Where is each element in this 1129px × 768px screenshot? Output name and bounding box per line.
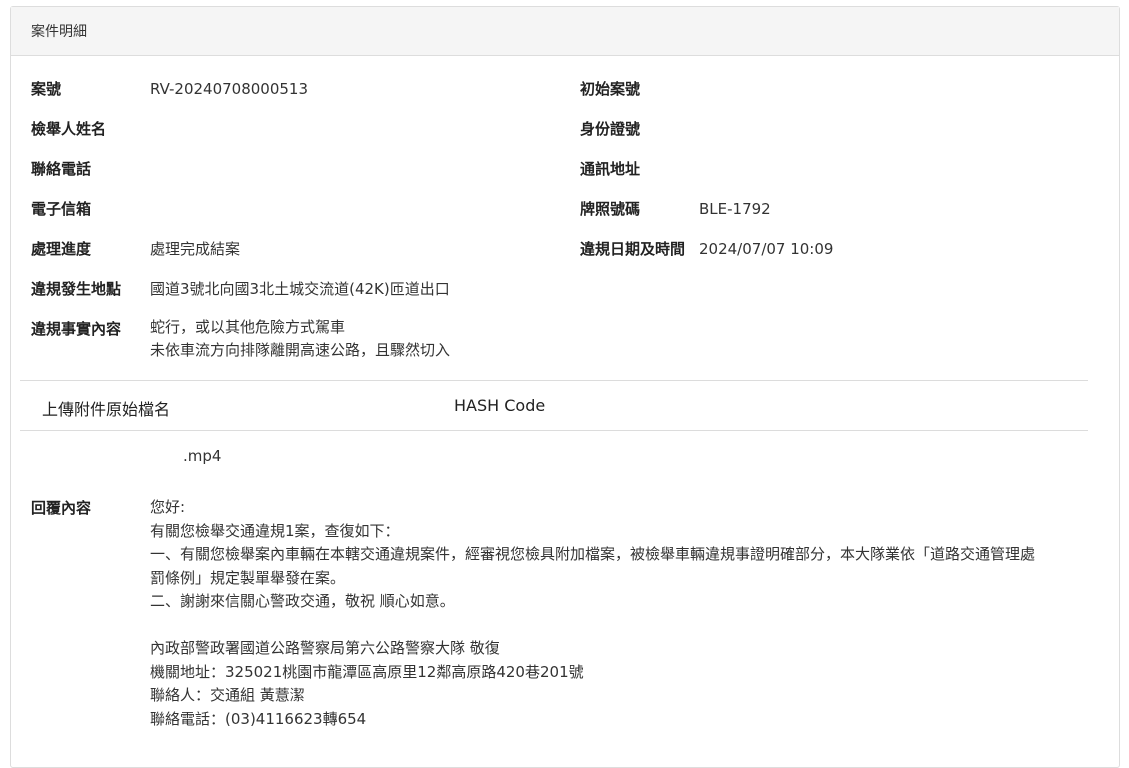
plate-label: 牌照號碼 <box>580 200 641 218</box>
table-top-divider <box>20 380 1088 381</box>
case-no-label: 案號 <box>31 80 62 98</box>
location-value: 國道3號北向國3北土城交流道(42K)匝道出口 <box>150 280 450 298</box>
phone-label: 聯絡電話 <box>31 160 92 178</box>
reply-line: 有關您檢舉交通違規1案，查復如下： <box>150 521 400 540</box>
location-label: 違規發生地點 <box>31 280 122 298</box>
reply-line: 聯絡電話：(03)4116623轉654 <box>150 709 367 728</box>
violation-datetime-value: 2024/07/07 10:09 <box>699 240 834 258</box>
attachment-filename-header: 上傳附件原始檔名 <box>42 400 171 419</box>
email-label: 電子信箱 <box>31 200 92 218</box>
facts-line: 蛇行，或以其他危險方式駕車 <box>150 318 346 336</box>
violation-datetime-label: 違規日期及時間 <box>580 240 686 258</box>
reply-line: 一、有關您檢舉案內車輛在本轄交通違規案件，經審視您檢具附加檔案，被檢舉車輛違規事… <box>150 545 1036 563</box>
plate-value: BLE-1792 <box>699 200 771 218</box>
facts-line: 未依車流方向排隊離開高速公路，且驟然切入 <box>150 341 451 359</box>
original-case-no-label: 初始案號 <box>580 80 641 98</box>
reply-line: 罰條例」規定製單舉發在案。 <box>150 568 346 587</box>
address-label: 通訊地址 <box>580 160 641 178</box>
reply-line: 二、謝謝來信關心警政交通，敬祝 順心如意。 <box>150 592 455 610</box>
reporter-name-label: 檢舉人姓名 <box>31 120 107 138</box>
reply-label: 回覆內容 <box>31 499 92 517</box>
facts-label: 違規事實內容 <box>31 320 122 338</box>
attachment-filename-link[interactable]: .mp4 <box>183 446 221 466</box>
reply-line <box>150 614 1105 638</box>
reply-line: 聯絡人：交通組 黃薏潔 <box>150 686 305 704</box>
progress-value: 處理完成結案 <box>150 240 241 258</box>
reply-line: 您好: <box>150 498 186 516</box>
attachment-hash-header: HASH Code <box>454 396 546 415</box>
progress-label: 處理進度 <box>31 240 92 258</box>
table-header-divider <box>20 430 1088 431</box>
reply-line: 內政部警政署國道公路警察局第六公路警察大隊 敬復 <box>150 639 500 657</box>
reply-content: 您好: 有關您檢舉交通違規1案，查復如下： 一、有關您檢舉案內車輛在本轄交通違規… <box>150 496 1105 731</box>
facts-value: 蛇行，或以其他危險方式駕車 未依車流方向排隊離開高速公路，且驟然切入 <box>150 316 450 362</box>
id-no-label: 身份證號 <box>580 120 641 138</box>
panel-title: 案件明細 <box>11 7 1119 56</box>
case-no-value: RV-20240708000513 <box>150 80 309 98</box>
reply-line: 機關地址：325021桃園市龍潭區高原里12鄰高原路420巷201號 <box>150 662 584 681</box>
